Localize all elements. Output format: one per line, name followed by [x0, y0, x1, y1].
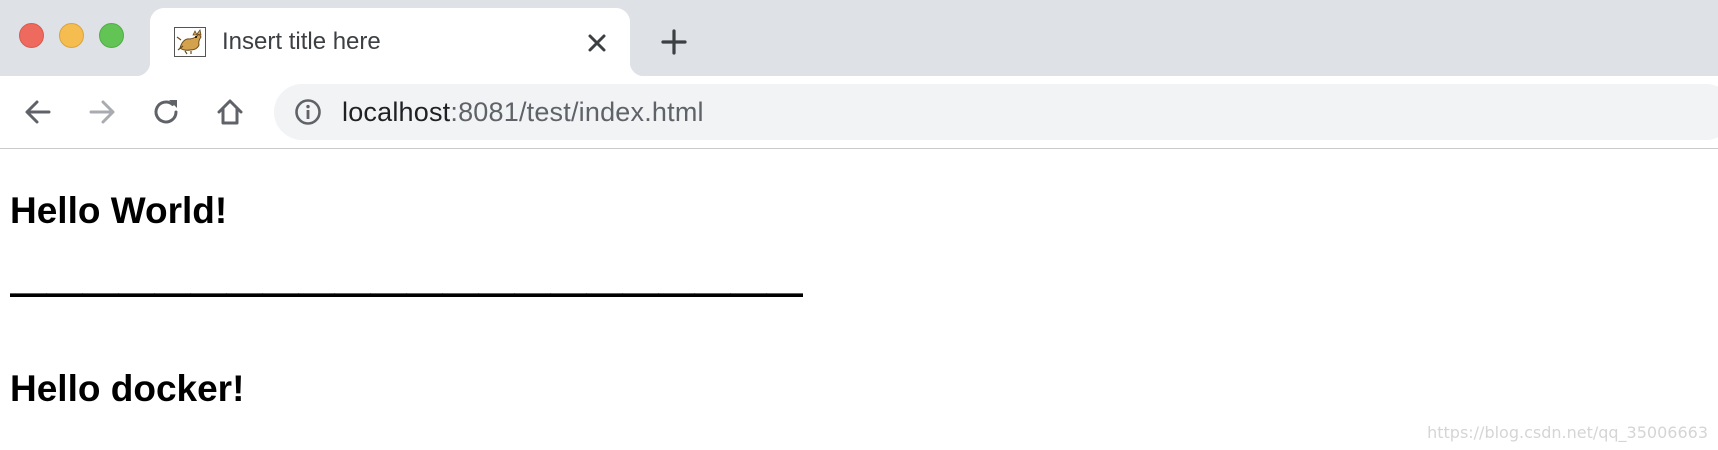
page-content: Hello World! —————————————————————— Hell…	[10, 148, 1718, 450]
heading-hello-docker: Hello docker!	[10, 368, 245, 409]
back-arrow-icon[interactable]	[22, 96, 54, 128]
home-icon[interactable]	[214, 96, 246, 128]
forward-arrow-icon[interactable]	[86, 96, 118, 128]
browser-tab-active[interactable]: Insert title here	[136, 8, 644, 76]
separator-line: ——————————————————————	[10, 272, 803, 313]
close-icon[interactable]	[584, 30, 610, 56]
window-close-button[interactable]	[19, 23, 44, 48]
address-bar[interactable]: localhost:8081/test/index.html	[274, 84, 1718, 140]
plus-icon[interactable]	[660, 28, 688, 56]
window-minimize-button[interactable]	[59, 23, 84, 48]
url-host: localhost	[342, 97, 451, 127]
watermark: https://blog.csdn.net/qq_35006663	[1427, 423, 1708, 442]
info-icon[interactable]	[294, 98, 322, 126]
heading-hello-world: Hello World!	[10, 190, 228, 231]
tab-title: Insert title here	[222, 28, 381, 55]
browser-toolbar: localhost:8081/test/index.html	[0, 76, 1718, 149]
reload-icon[interactable]	[150, 96, 182, 128]
url-path: :8081/test/index.html	[450, 97, 704, 127]
tomcat-icon	[174, 27, 206, 57]
tab-strip: Insert title here	[0, 0, 1718, 76]
url-text[interactable]: localhost:8081/test/index.html	[342, 97, 704, 128]
window-zoom-button[interactable]	[99, 23, 124, 48]
